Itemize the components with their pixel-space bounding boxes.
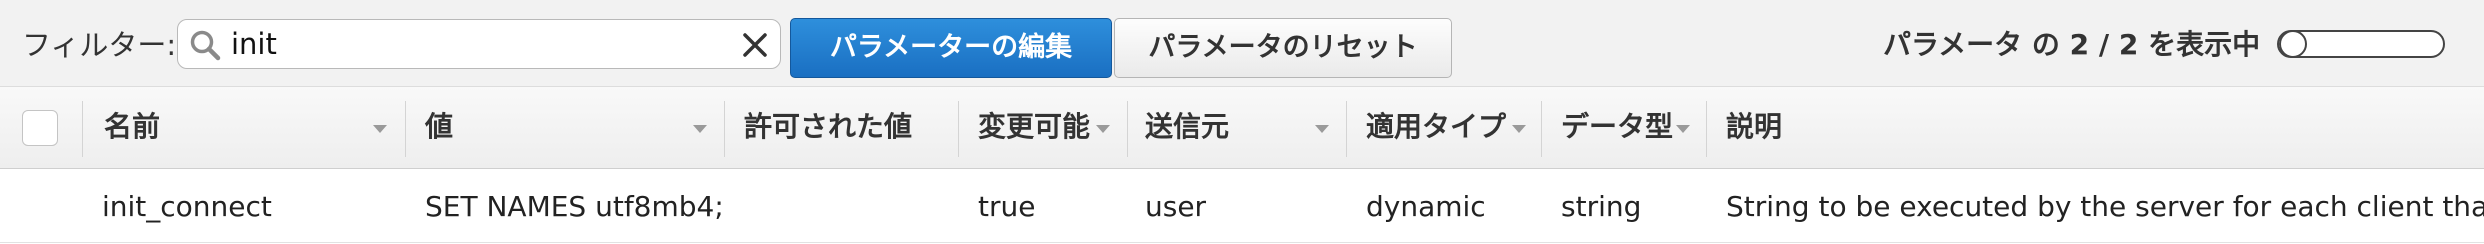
edit-parameters-button[interactable]: パラメーターの編集 — [790, 18, 1112, 78]
column-divider — [1346, 101, 1347, 157]
table-row[interactable]: init_connect SET NAMES utf8mb4; true use… — [0, 169, 2484, 243]
column-divider — [1127, 101, 1128, 157]
column-divider — [958, 101, 959, 157]
sort-caret-icon[interactable] — [693, 125, 707, 133]
column-header-data-type[interactable]: データ型 — [1561, 109, 1673, 145]
cell-source: user — [1145, 190, 1207, 223]
reset-parameters-button[interactable]: パラメータのリセット — [1114, 18, 1452, 78]
cell-description: String to be executed by the server for … — [1726, 190, 2484, 223]
cell-value: SET NAMES utf8mb4; — [425, 190, 724, 223]
column-header-description[interactable]: 説明 — [1726, 109, 1782, 145]
column-divider — [1706, 101, 1707, 157]
cell-data-type: string — [1561, 190, 1642, 223]
toggle-switch[interactable] — [2277, 30, 2445, 58]
column-header-allowed-values[interactable]: 許可された値 — [744, 109, 912, 145]
sort-caret-icon[interactable] — [373, 125, 387, 133]
sort-caret-icon[interactable] — [1676, 125, 1690, 133]
column-header-name[interactable]: 名前 — [104, 109, 160, 145]
column-header-source[interactable]: 送信元 — [1145, 109, 1229, 145]
search-input[interactable]: init — [177, 19, 781, 69]
search-icon — [190, 30, 221, 61]
parameter-count-status: パラメータ の 2 / 2 を表示中 — [1883, 28, 2261, 61]
table-header: 名前 値 許可された値 変更可能 送信元 適用タイプ データ型 説明 — [0, 87, 2484, 169]
column-header-value[interactable]: 値 — [425, 109, 453, 145]
column-divider — [405, 101, 406, 157]
column-header-modifiable[interactable]: 変更可能 — [978, 109, 1090, 145]
cell-modifiable: true — [978, 190, 1036, 223]
sort-caret-icon[interactable] — [1096, 125, 1110, 133]
select-all-checkbox[interactable] — [22, 110, 58, 146]
close-icon[interactable] — [738, 28, 772, 62]
sort-caret-icon[interactable] — [1315, 125, 1329, 133]
toolbar: フィルター: init パラメーターの編集 パラメータのリセット パラメータ の… — [0, 0, 2484, 87]
search-input-value[interactable]: init — [231, 27, 277, 61]
column-header-apply-type[interactable]: 適用タイプ — [1366, 109, 1506, 145]
toggle-knob — [2279, 30, 2307, 58]
column-divider — [82, 101, 83, 157]
filter-label: フィルター: — [22, 28, 177, 62]
column-divider — [724, 101, 725, 157]
sort-caret-icon[interactable] — [1512, 125, 1526, 133]
column-divider — [1541, 101, 1542, 157]
cell-name[interactable]: init_connect — [102, 190, 272, 224]
cell-apply-type: dynamic — [1366, 190, 1486, 223]
